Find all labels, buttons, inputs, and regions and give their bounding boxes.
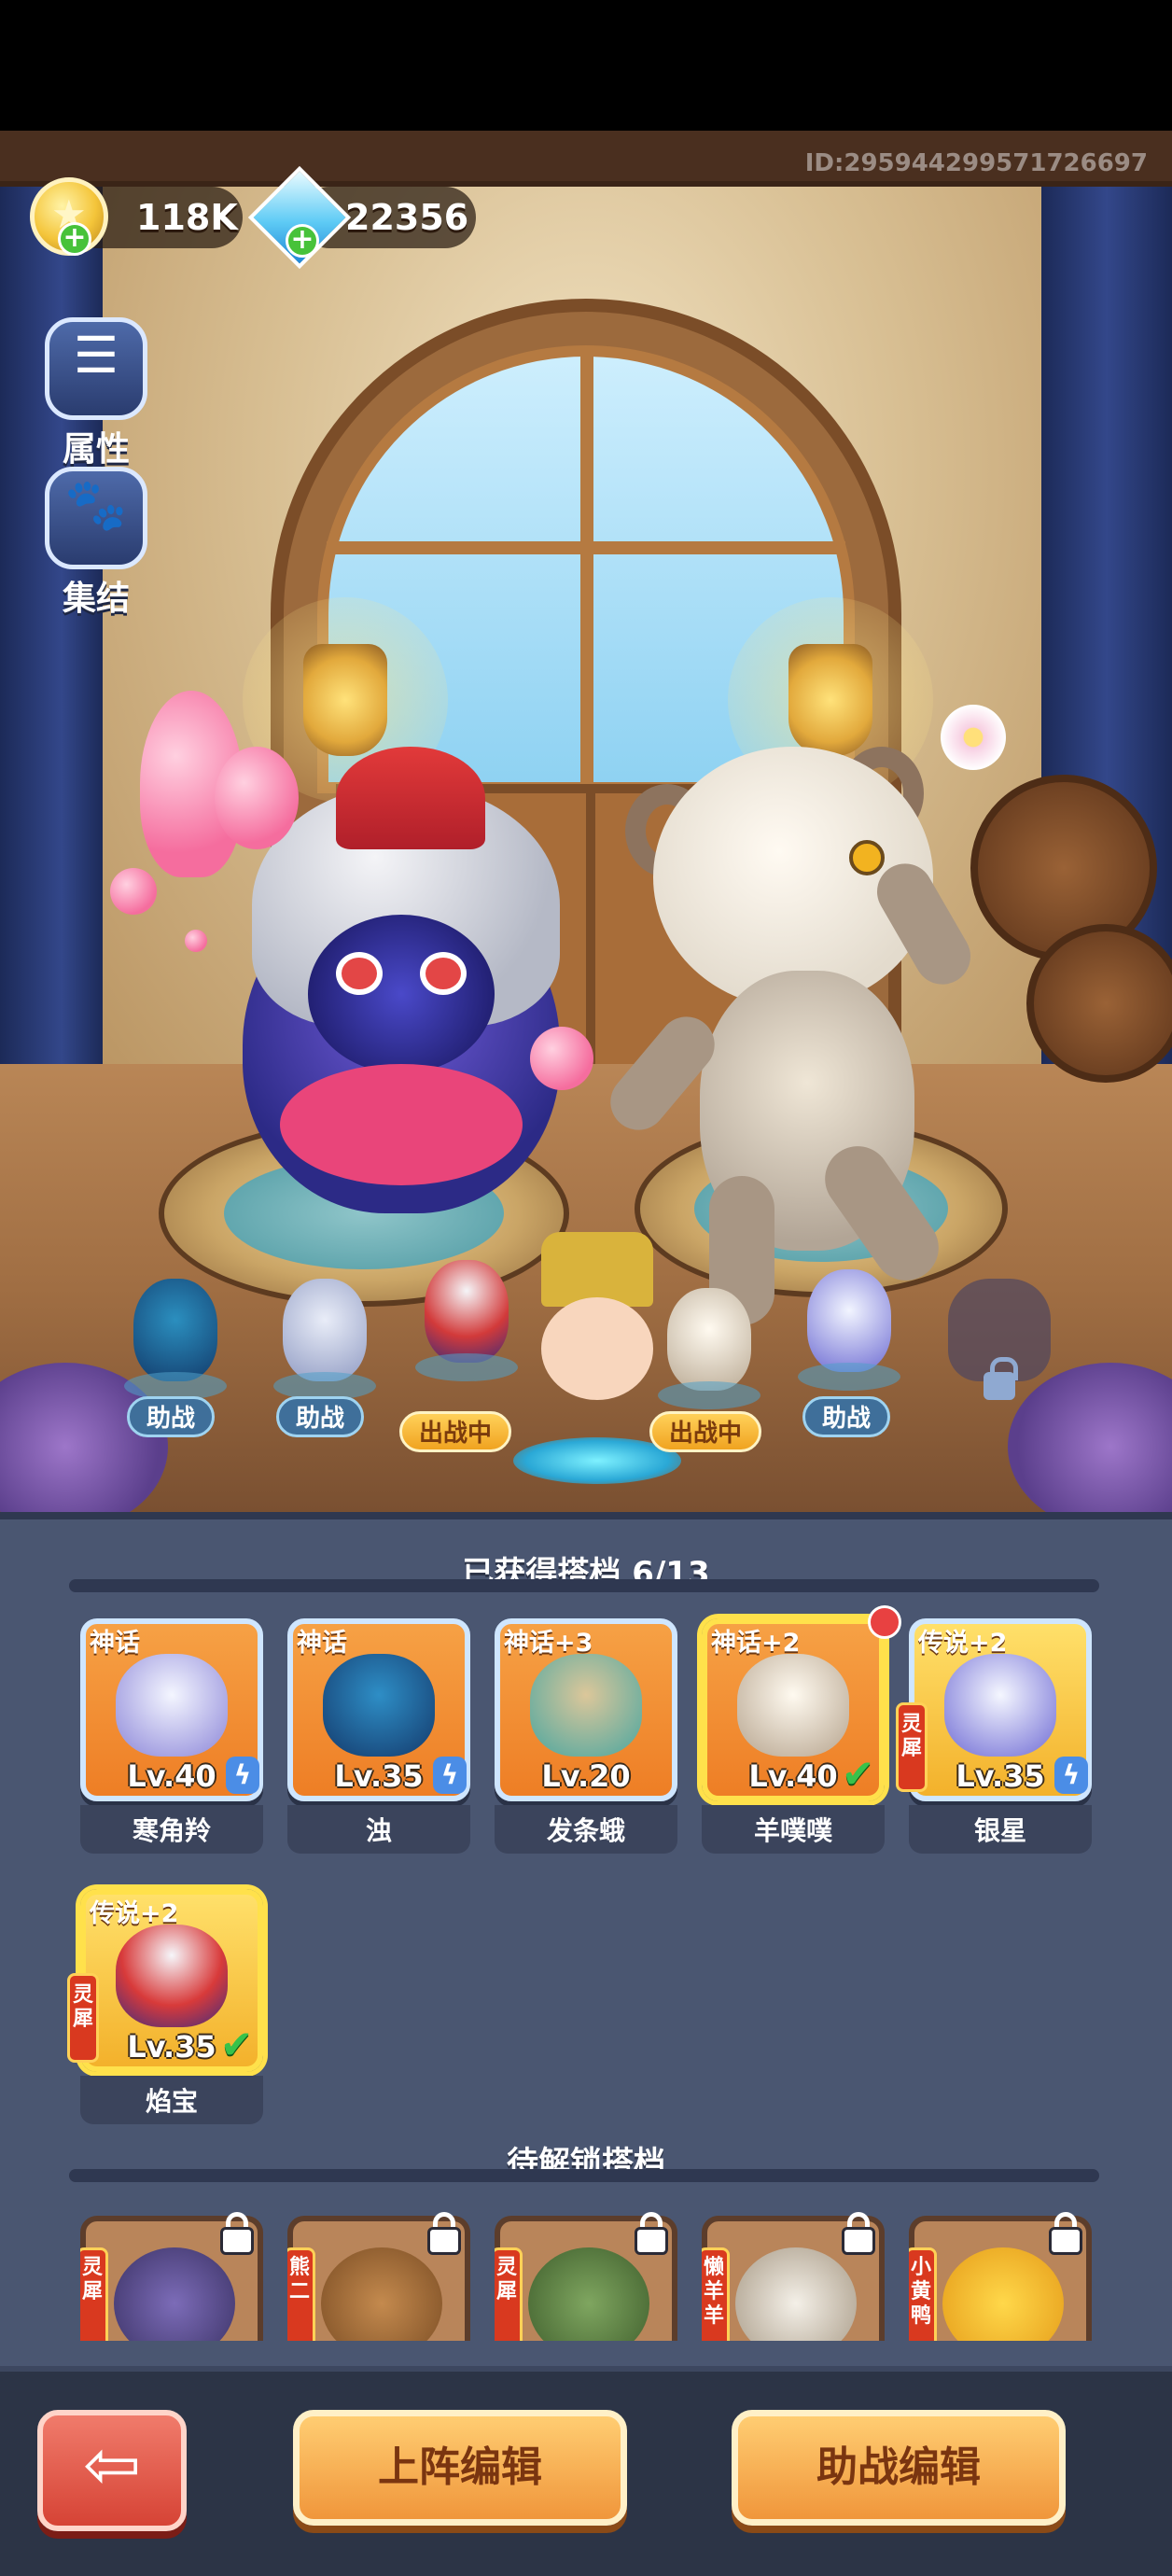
team-slot-assist-2[interactable] bbox=[269, 1279, 381, 1409]
back-button[interactable]: ⇦ bbox=[37, 2410, 187, 2531]
partner-card-fatiaoe[interactable]: 神话+3 Lv.20 发条蛾 bbox=[495, 1618, 677, 1869]
add-gold-plus-icon[interactable]: + bbox=[58, 222, 91, 256]
partner-card-hanjiaoling[interactable]: 神话 Lv.40 ϟ 寒角羚 bbox=[80, 1618, 263, 1869]
team-slot-battle-1[interactable] bbox=[411, 1260, 523, 1391]
assist-tag: 助战 bbox=[276, 1396, 365, 1437]
gold-amount: 118K bbox=[136, 197, 238, 238]
lock-icon bbox=[631, 2210, 672, 2257]
battle-tag: 出战中 bbox=[399, 1411, 512, 1452]
locked-partner-3[interactable]: 灵犀 bbox=[495, 2210, 677, 2341]
partner-card-yanbao[interactable]: 传说+2 Lv.35 ✔ 灵犀 焰宝 bbox=[67, 1889, 263, 2139]
bolt-icon: ϟ bbox=[1054, 1757, 1088, 1794]
check-icon: ✔ bbox=[220, 2022, 254, 2067]
team-slot-battle-2[interactable] bbox=[653, 1288, 765, 1419]
window-mullion bbox=[580, 355, 593, 793]
pink-bubble bbox=[110, 868, 157, 915]
assist-edit-button[interactable]: 助战编辑 bbox=[732, 2410, 1066, 2526]
assist-tag: 助战 bbox=[802, 1396, 891, 1437]
locked-partner-2[interactable]: 熊二 bbox=[287, 2210, 470, 2341]
bolt-icon: ϟ bbox=[433, 1757, 467, 1794]
assist-tag: 助战 bbox=[127, 1396, 216, 1437]
lock-icon bbox=[216, 2210, 258, 2257]
lock-icon bbox=[1045, 2210, 1086, 2257]
locked-partner-1[interactable]: 灵犀 bbox=[80, 2210, 263, 2341]
bolt-icon: ϟ bbox=[226, 1757, 259, 1794]
attributes-label: 属性 bbox=[62, 430, 130, 469]
team-slot-locked[interactable] bbox=[948, 1279, 1060, 1409]
lineup-edit-button[interactable]: 上阵编辑 bbox=[293, 2410, 627, 2526]
sheep-character[interactable] bbox=[599, 672, 1008, 1325]
exit-arrow-icon: ⇦ bbox=[82, 2425, 141, 2505]
barrel bbox=[1026, 924, 1172, 1083]
gather-label: 集结 bbox=[62, 580, 130, 618]
paw-icon: 🐾 bbox=[64, 475, 128, 534]
team-slot-assist-3[interactable] bbox=[793, 1269, 905, 1400]
spirit-tag: 灵犀 bbox=[67, 1973, 99, 2063]
list-icon: ☰ bbox=[73, 326, 119, 385]
divider bbox=[69, 1579, 1099, 1592]
divider bbox=[69, 2169, 1099, 2182]
flower-decoration bbox=[941, 705, 1006, 770]
battle-tag: 出战中 bbox=[649, 1411, 762, 1452]
diamond-amount: 22356 bbox=[345, 197, 469, 238]
attributes-button[interactable]: ☰ 属性 bbox=[45, 317, 147, 469]
add-diamond-plus-icon[interactable]: + bbox=[286, 224, 319, 258]
locked-partner-5[interactable]: 小黄鸭 bbox=[909, 2210, 1092, 2341]
locked-partner-4[interactable]: 懒羊羊 bbox=[702, 2210, 885, 2341]
pink-bubble bbox=[185, 930, 207, 952]
player-id: ID:295944299571726697 bbox=[804, 149, 1148, 177]
notification-dot bbox=[868, 1605, 901, 1639]
partner-card-yangpupu[interactable]: 神话+2 Lv.40 ✔ 羊噗噗 bbox=[702, 1605, 901, 1869]
lock-icon bbox=[984, 1357, 1018, 1400]
spirit-tag: 灵犀 bbox=[896, 1702, 928, 1792]
partner-card-zhuo[interactable]: 神话 Lv.35 ϟ 浊 bbox=[287, 1618, 470, 1869]
check-icon: ✔ bbox=[842, 1751, 875, 1797]
lock-icon bbox=[424, 2210, 465, 2257]
team-slot-assist-1[interactable] bbox=[119, 1279, 231, 1409]
window-transom bbox=[327, 541, 845, 554]
lock-icon bbox=[838, 2210, 879, 2257]
gather-button[interactable]: 🐾 集结 bbox=[45, 467, 147, 618]
pink-swirl bbox=[215, 747, 299, 849]
partner-card-yinxing[interactable]: 传说+2 Lv.35 ϟ 灵犀 银星 bbox=[896, 1618, 1092, 1869]
lantern-left bbox=[303, 644, 387, 756]
pink-bubble bbox=[530, 1027, 593, 1090]
status-bar-area bbox=[0, 0, 1172, 131]
